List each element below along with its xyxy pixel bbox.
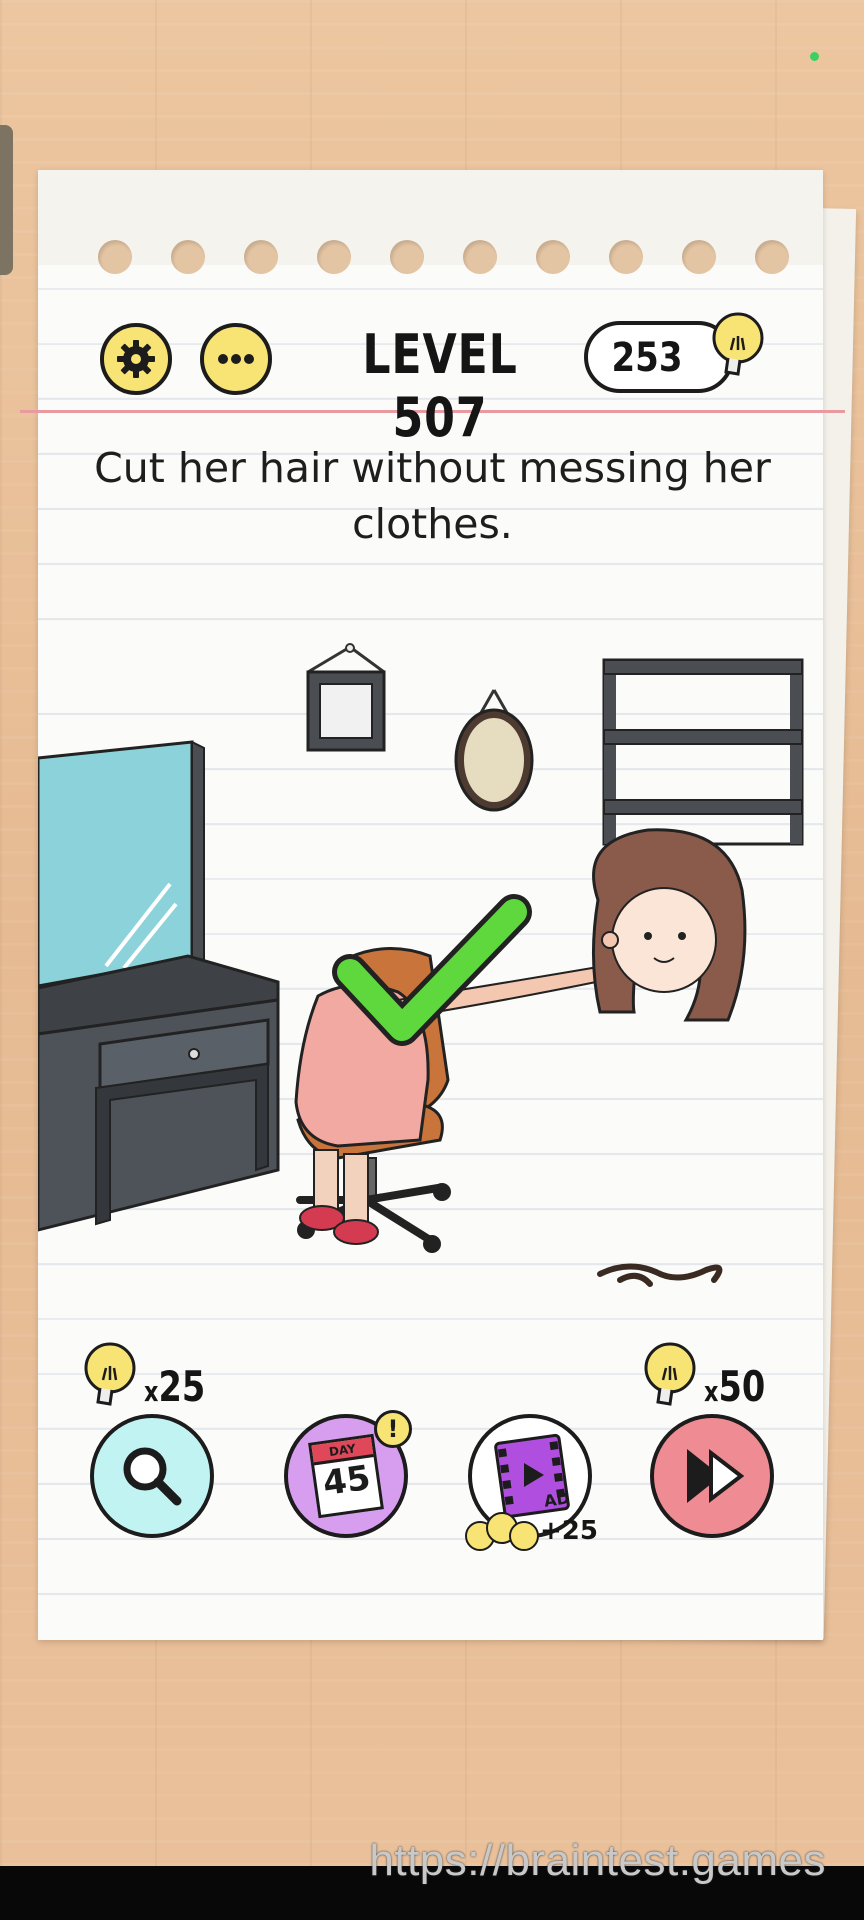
calendar-day-number: 45 <box>320 1457 373 1505</box>
lightbulb-icon <box>465 1512 539 1551</box>
cut-hair <box>597 1263 723 1287</box>
lightbulb-icon <box>712 312 764 376</box>
lightbulb-icon <box>84 1342 136 1406</box>
hint-count: 253 <box>611 335 683 381</box>
magnifier-cost: x25 <box>144 1362 206 1411</box>
fast-forward-icon <box>687 1448 745 1504</box>
punch-hole <box>244 240 278 274</box>
ad-label: AD <box>542 1488 571 1511</box>
vanity-mirror <box>38 740 205 988</box>
skip-level-button[interactable] <box>650 1414 774 1538</box>
camera-indicator-dot <box>810 52 819 61</box>
top-bar: LEVEL 507 253 <box>100 312 770 449</box>
watermark-url: https://braintest.games <box>369 1836 826 1885</box>
punch-hole <box>317 240 351 274</box>
level-title: LEVEL 507 <box>362 323 518 449</box>
punch-hole <box>390 240 424 274</box>
salon-scene <box>38 643 804 1287</box>
gear-icon <box>117 340 155 378</box>
picture-frame <box>306 643 386 752</box>
punch-hole <box>171 240 205 274</box>
calendar-icon: DAY 45 <box>308 1433 384 1519</box>
search-hint-button[interactable] <box>90 1414 214 1538</box>
wall-shelf <box>602 658 804 846</box>
bottom-toolbar: x25 x50 DAY 45 ! AD +25 <box>0 1330 864 1570</box>
lightbulb-icon <box>644 1342 696 1406</box>
puzzle-instruction: Cut her hair without messing her clothes… <box>94 444 771 548</box>
side-edge-handle[interactable] <box>0 125 13 275</box>
vanity-desk <box>38 954 280 1232</box>
magnifier-icon <box>123 1447 182 1506</box>
oval-mirror <box>454 689 534 812</box>
skip-cost: x50 <box>704 1362 766 1411</box>
punch-hole <box>609 240 643 274</box>
more-button[interactable] <box>200 323 272 395</box>
punch-hole <box>98 240 132 274</box>
punch-hole <box>536 240 570 274</box>
settings-button[interactable] <box>100 323 172 395</box>
woman-head <box>591 828 747 1022</box>
ad-reward: +25 <box>540 1516 598 1546</box>
punch-hole <box>755 240 789 274</box>
punch-hole <box>463 240 497 274</box>
daily-alert-badge: ! <box>374 1410 412 1448</box>
punch-hole <box>682 240 716 274</box>
ellipsis-icon <box>218 354 254 364</box>
